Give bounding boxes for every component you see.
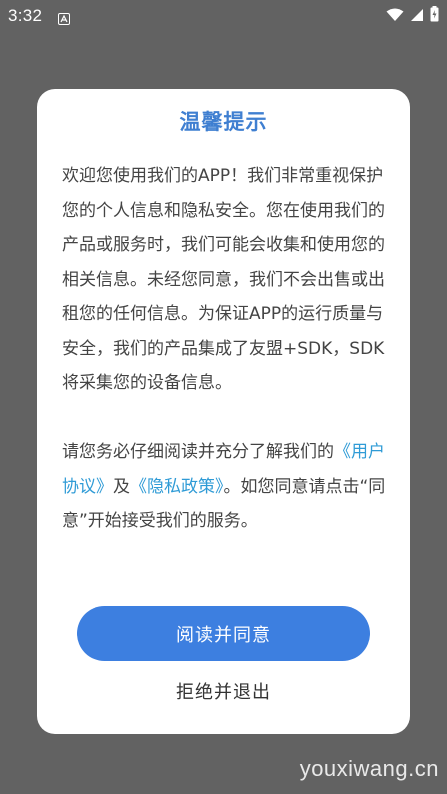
- and-text: 及: [113, 476, 130, 497]
- signal-icon: [410, 7, 424, 26]
- wifi-icon: [386, 7, 404, 26]
- consent-text-pre: 请您务必仔细阅读并充分了解我们的: [62, 442, 334, 462]
- decline-button[interactable]: 拒绝并退出: [77, 673, 370, 709]
- watermark: youxiwang.cn: [299, 756, 439, 781]
- notification-icon: [58, 10, 71, 25]
- status-icons: [386, 6, 439, 26]
- dialog-body: 欢迎您使用我们的APP！我们非常重视保护您的个人信息和隐私安全。您在使用我们的产…: [62, 159, 392, 539]
- privacy-policy-link[interactable]: 《隐私政策》: [130, 477, 224, 497]
- intro-paragraph: 欢迎您使用我们的APP！我们非常重视保护您的个人信息和隐私安全。您在使用我们的产…: [62, 166, 385, 393]
- privacy-dialog: 温馨提示 欢迎您使用我们的APP！我们非常重视保护您的个人信息和隐私安全。您在使…: [37, 89, 410, 734]
- status-time: 3:32: [8, 6, 43, 25]
- status-bar: 3:32: [0, 0, 447, 32]
- battery-icon: [430, 6, 439, 26]
- consent-paragraph: 请您务必仔细阅读并充分了解我们的《用户协议》及《隐私政策》。如您同意请点击“同意…: [62, 435, 392, 539]
- dialog-title: 温馨提示: [179, 110, 268, 134]
- screen: 3:32 温馨提示 欢迎您使用我们的APP！我们非常重视保护您的个人信息和隐私安…: [0, 0, 447, 794]
- agree-button[interactable]: 阅读并同意: [77, 606, 370, 661]
